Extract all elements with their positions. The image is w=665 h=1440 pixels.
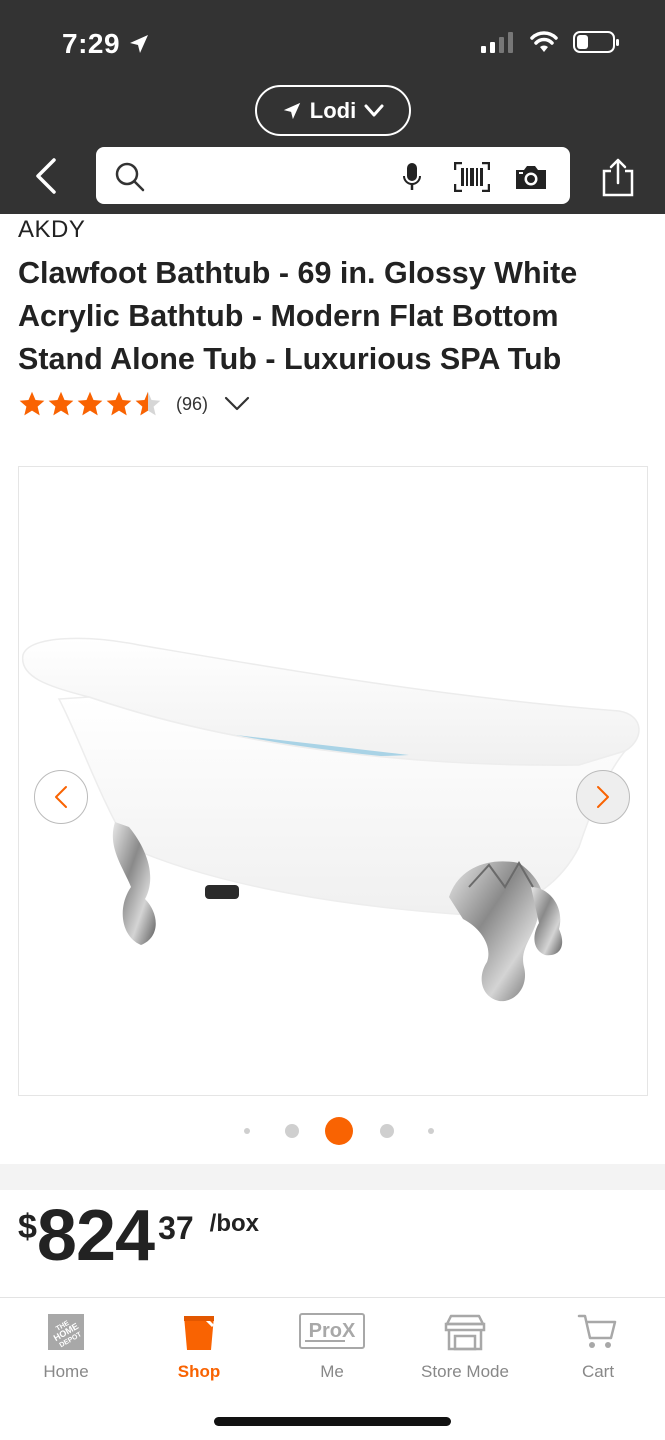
product-price: $ 824 37 /box: [18, 1198, 259, 1274]
store-selector-button[interactable]: Lodi: [255, 85, 411, 136]
price-cents: 37: [158, 1210, 194, 1246]
tab-label: Home: [43, 1362, 89, 1381]
status-time: 7:29: [62, 28, 150, 60]
chevron-down-icon: [224, 396, 250, 411]
location-arrow-icon: [130, 35, 149, 53]
share-icon: [602, 158, 634, 197]
product-brand[interactable]: AKDY: [18, 216, 85, 244]
home-depot-logo-icon: THE HOME DEPOT: [48, 1314, 84, 1350]
bucket-icon: [184, 1314, 215, 1350]
chevron-left-icon: [55, 786, 67, 808]
review-count[interactable]: (96): [176, 394, 208, 415]
back-button[interactable]: [28, 152, 64, 200]
rating-stars: [18, 390, 162, 418]
rating-expand-button[interactable]: [224, 396, 250, 412]
carousel-dot[interactable]: [380, 1124, 394, 1138]
carousel-dots: [0, 1116, 665, 1146]
chevron-down-icon: [364, 104, 384, 116]
chevron-right-icon: [597, 786, 609, 808]
prox-badge-text: ProX: [309, 1320, 356, 1342]
star-icon: [48, 391, 74, 416]
home-indicator[interactable]: [214, 1417, 451, 1426]
camera-icon[interactable]: [514, 163, 548, 191]
status-icons: [481, 30, 621, 54]
carousel-prev-button[interactable]: [34, 770, 88, 824]
microphone-icon[interactable]: [402, 161, 422, 193]
half-star-icon: [135, 391, 161, 416]
store-name: Lodi: [309, 97, 357, 123]
wifi-icon: [530, 31, 558, 52]
battery-icon: [573, 31, 619, 53]
star-icon: [19, 391, 45, 416]
signal-icon: [481, 32, 513, 53]
star-icon: [106, 391, 132, 416]
product-image[interactable]: [18, 466, 648, 1096]
tab-label: Store Mode: [421, 1362, 509, 1381]
tab-store-mode[interactable]: Store Mode: [405, 1312, 525, 1382]
tab-label: Cart: [581, 1362, 615, 1381]
location-arrow-icon: [283, 102, 300, 119]
store-icon: [444, 1314, 486, 1351]
share-button[interactable]: [598, 154, 638, 200]
product-rating[interactable]: (96): [18, 390, 250, 418]
status-bar: 7:29: [0, 0, 665, 84]
tab-home[interactable]: THE HOME DEPOT Home: [6, 1312, 126, 1382]
search-input[interactable]: [96, 147, 570, 204]
carousel-dot-active[interactable]: [325, 1117, 353, 1145]
chevron-left-icon: [36, 158, 56, 194]
carousel-dot[interactable]: [428, 1128, 434, 1134]
carousel-dot[interactable]: [285, 1124, 299, 1138]
tab-cart[interactable]: Cart: [538, 1312, 658, 1382]
product-title: Clawfoot Bathtub - 69 in. Glossy White A…: [18, 256, 578, 376]
tab-label: Shop: [177, 1362, 221, 1381]
app-header: 7:29 Lodi: [0, 0, 665, 214]
price-dollars: 824: [36, 1196, 155, 1276]
search-icon: [115, 162, 145, 192]
carousel-next-button[interactable]: [576, 770, 630, 824]
prox-icon: ProX: [299, 1313, 365, 1349]
clawfoot-bathtub-image: [22, 637, 640, 1002]
star-icon: [77, 391, 103, 416]
section-divider: [0, 1164, 665, 1190]
tab-me[interactable]: ProX Me: [272, 1312, 392, 1382]
tab-label: Me: [320, 1362, 344, 1381]
cart-icon: [577, 1314, 617, 1348]
barcode-scan-icon[interactable]: [454, 162, 490, 192]
price-unit: /box: [209, 1210, 259, 1237]
carousel-dot[interactable]: [244, 1128, 250, 1134]
price-currency: $: [18, 1208, 37, 1246]
tab-shop[interactable]: Shop: [139, 1312, 259, 1382]
